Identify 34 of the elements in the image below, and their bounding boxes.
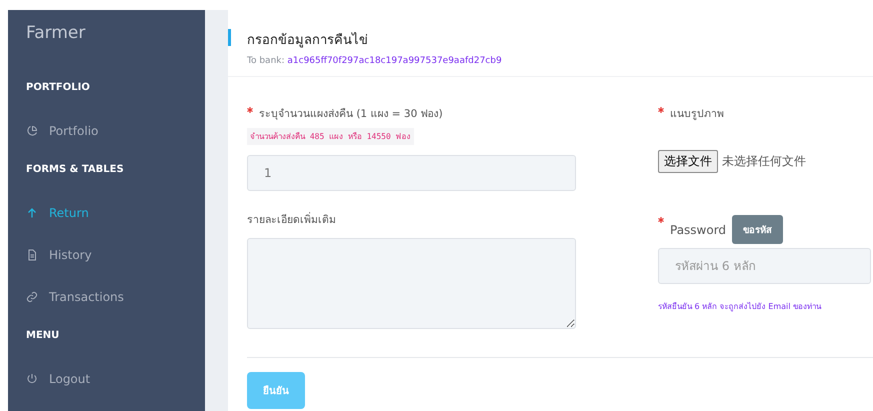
sidebar-heading: FORMS & TABLES [26,162,125,176]
file-status: 未选择任何文件 [722,153,806,170]
sidebar-heading: MENU [26,328,60,342]
sidebar-heading: PORTFOLIO [26,80,91,94]
arrow-up-icon [26,207,38,219]
password-hint: รหัสยืนยัน 6 หลัก จะถูกส่งไปยัง Email ของท่าน [658,301,822,313]
password-field[interactable]: รหัสผ่าน 6 หลัก [658,248,871,284]
sidebar-item[interactable]: Return [26,192,205,234]
sidebar-item[interactable]: History [26,234,205,276]
document-icon [26,249,38,261]
power-icon [26,373,38,385]
brand-name: Farmer [26,22,86,45]
sidebar-item[interactable]: Logout [26,358,205,400]
remaining-note: จำนวนค้างส่งคืน 485 แผง หรือ 14550 ฟอง [247,128,414,145]
details-field[interactable] [247,238,576,329]
sidebar-item-label: History [49,248,92,262]
field-label: รายละเอียดเพิ่มเติม [247,211,336,228]
accent-bar [228,29,231,46]
quantity-field[interactable]: 1 [247,155,576,191]
sidebar-item-label: Logout [49,372,90,386]
field-label: Password [670,222,726,236]
field-label: ระบุจำนวนแผงส่งคืน (1 แผง = 30 ฟอง) [259,107,443,122]
sidebar-item[interactable]: Portfolio [26,110,205,152]
link-icon [26,291,38,303]
bank-line: To bank: a1c965ff70f297ac18c197a997537e9aafd27cb9 [247,56,502,66]
pie-chart-icon [26,125,38,137]
sidebar-item-label: Transactions [49,290,124,304]
sidebar-item-label: Return [49,206,89,220]
sidebar-item[interactable]: Transactions [26,276,205,318]
sidebar-item-label: Portfolio [49,124,98,138]
choose-file-button[interactable]: 选择文件 [658,150,718,173]
page-title: กรอกข้อมูลการคืนไข่ [247,31,369,50]
request-code-button[interactable]: ขอรหัส [732,215,784,244]
field-label: แนบรูปภาพ [670,107,724,122]
